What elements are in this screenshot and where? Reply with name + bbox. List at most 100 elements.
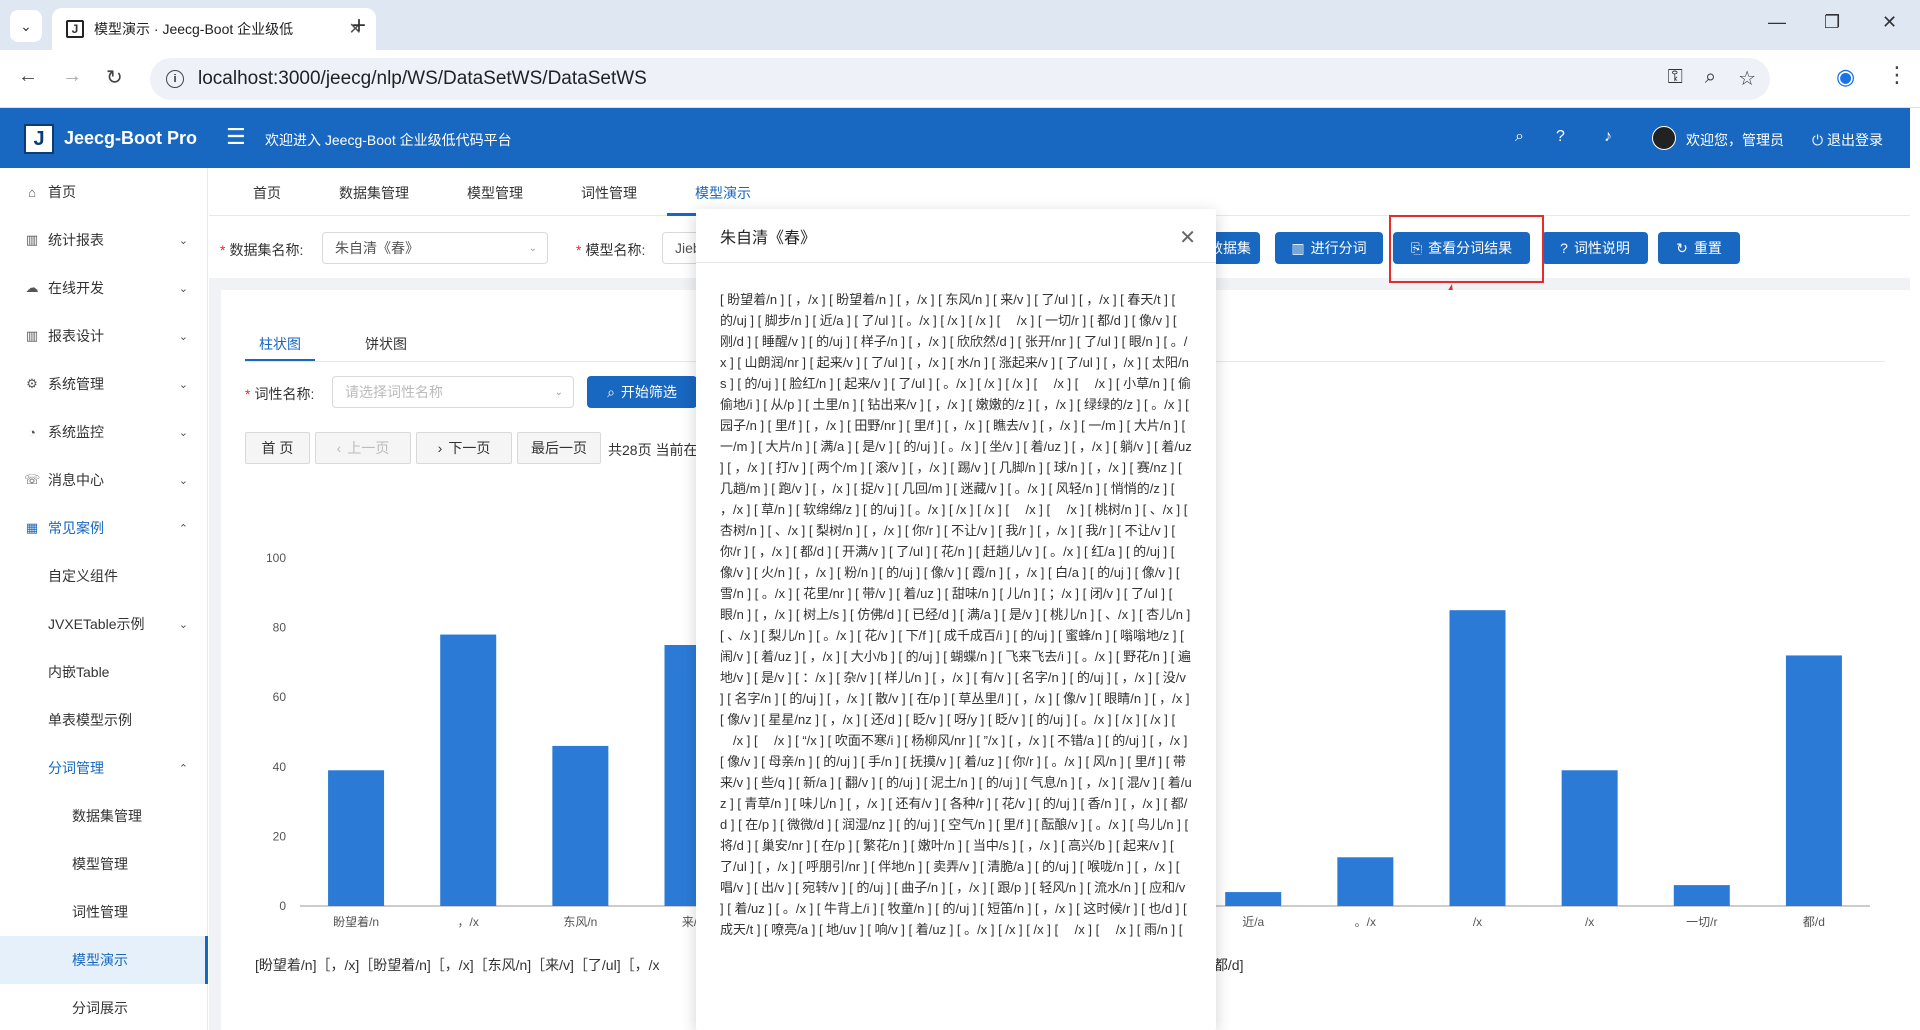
sidebar-item-label: 自定义组件 (48, 568, 118, 584)
dataset-select-value: 朱自清《春》 (335, 240, 419, 256)
sidebar-item-segment-display[interactable]: 分词展示 (0, 984, 208, 1030)
password-key-icon[interactable]: ⚿ (1668, 66, 1683, 91)
sidebar-item-label: 统计报表 (48, 232, 104, 248)
chevron-down-icon: ⌄ (178, 378, 188, 391)
tab-model-demo[interactable]: 模型演示 (695, 183, 751, 203)
sidebar-item-label: 数据集管理 (72, 808, 142, 824)
restore-icon[interactable]: ❐ (1824, 12, 1840, 33)
run-segmentation-button[interactable]: ▥ 进行分词 (1275, 232, 1383, 264)
chevron-up-icon: ⌃ (178, 522, 188, 535)
search-icon: ⌕ (607, 383, 615, 400)
sidebar: ⌂ 首页 ▥ 统计报表 ⌄ ☁ 在线开发 ⌄ ▥ 报表设计 ⌄ ⚙ 系统管理 ⌄ ◔ 系统监控 ⌄ ☏… (0, 168, 208, 1030)
sidebar-item-label: 消息中心 (48, 472, 104, 488)
sidebar-item-label: 常见案例 (48, 520, 104, 536)
filter-button[interactable]: ⌕ 开始筛选 (587, 376, 697, 408)
app-name: Jeecg-Boot Pro (64, 128, 198, 148)
chevron-left-icon: ‹ (336, 440, 342, 456)
logout-link[interactable]: ⏻ 退出登录 (1812, 130, 1883, 150)
site-info-icon[interactable]: i (166, 70, 184, 88)
sidebar-item-label: JVXETable示例 (48, 616, 145, 632)
last-page-button[interactable]: 最后一页 (517, 432, 601, 464)
sidebar-item-jvxetable[interactable]: JVXETable示例 ⌄ (0, 600, 208, 648)
back-icon[interactable]: ← (18, 65, 38, 88)
prev-page-button[interactable]: ‹ 上一页 (315, 432, 411, 464)
address-bar: ← → ↻ i localhost:3000/jeecg/nlp/WS/Data… (0, 50, 1920, 108)
browser-menu-icon[interactable]: ⋮ (1886, 62, 1908, 88)
sidebar-item-segmentation[interactable]: 分词管理 ⌃ (0, 744, 208, 792)
bell-icon[interactable]: ♪ (1604, 128, 1612, 146)
sidebar-item-custom-component[interactable]: 自定义组件 (0, 552, 208, 600)
sidebar-item-stats[interactable]: ▥ 统计报表 ⌄ (0, 216, 208, 264)
url-text[interactable]: localhost:3000/jeecg/nlp/WS/DataSetWS/Da… (198, 68, 647, 90)
filter-btn-label: 开始筛选 (620, 384, 677, 400)
sidebar-item-label: 模型管理 (72, 856, 128, 872)
sidebar-item-inline-table[interactable]: 内嵌Table (0, 648, 208, 696)
sidebar-item-label: 首页 (48, 184, 76, 200)
search-icon[interactable]: ⌕ (1515, 128, 1524, 146)
next-page-button[interactable]: › 下一页 (416, 432, 512, 464)
pos-label-text: 词性名称: (254, 386, 315, 402)
model-label: * 模型名称: (576, 242, 646, 258)
minimize-icon[interactable]: — (1768, 12, 1786, 33)
sidebar-item-model-demo[interactable]: 模型演示 (0, 936, 208, 984)
gear-icon: ⚙ (26, 376, 38, 391)
sidebar-item-system[interactable]: ⚙ 系统管理 ⌄ (0, 360, 208, 408)
sidebar-item-single-table[interactable]: 单表模型示例 (0, 696, 208, 744)
pos-label: * 词性名称: (245, 386, 315, 402)
menu-fold-icon[interactable]: ☰ (226, 124, 246, 150)
reload-icon[interactable]: ↻ (106, 65, 123, 90)
dataset-label-text: 数据集名称: (229, 242, 304, 258)
omnibox[interactable]: i localhost:3000/jeecg/nlp/WS/DataSetWS/… (150, 58, 1770, 100)
sidebar-item-pos-mgmt[interactable]: 词性管理 (0, 888, 208, 936)
chevron-up-icon: ⌃ (178, 762, 188, 775)
dataset-select[interactable]: 朱自清《春》 ⌄ (322, 232, 548, 264)
dashboard-icon: ◔ (28, 424, 36, 440)
sidebar-item-home[interactable]: ⌂ 首页 (0, 168, 208, 216)
last-page-label: 最后一页 (531, 440, 587, 456)
active-inner-tab-underline (245, 359, 315, 361)
app-header: J Jeecg-Boot Pro ☰ 欢迎进入 Jeecg-Boot 企业级低代… (0, 108, 1910, 168)
new-tab-icon[interactable]: + (352, 12, 366, 40)
sidebar-item-messages[interactable]: ☏ 消息中心 ⌄ (0, 456, 208, 504)
pos-description-button[interactable]: ? 词性说明 (1542, 232, 1648, 264)
chart-icon: ▥ (25, 328, 39, 343)
browser-tabstrip: ⌄ J 模型演示 · Jeecg-Boot 企业级低 ✕ + — ❐ ✕ (0, 0, 1920, 50)
sidebar-item-label: 报表设计 (48, 328, 104, 344)
tab-bar-chart[interactable]: 柱状图 (259, 334, 301, 354)
help-icon[interactable]: ? (1556, 128, 1565, 146)
modal-title: 朱自清《春》 (720, 229, 817, 247)
question-icon: ? (1560, 240, 1568, 256)
sidebar-item-online-dev[interactable]: ☁ 在线开发 ⌄ (0, 264, 208, 312)
window-close-icon[interactable]: ✕ (1882, 12, 1897, 33)
sidebar-item-monitor[interactable]: ◔ 系统监控 ⌄ (0, 408, 208, 456)
tab-home[interactable]: 首页 (253, 183, 281, 203)
sidebar-item-report-design[interactable]: ▥ 报表设计 ⌄ (0, 312, 208, 360)
tab-pie-chart[interactable]: 饼状图 (365, 334, 407, 354)
tab-pos-mgmt[interactable]: 词性管理 (581, 183, 637, 203)
browser-tab[interactable]: J 模型演示 · Jeecg-Boot 企业级低 ✕ (52, 8, 376, 50)
tab-model-mgmt[interactable]: 模型管理 (467, 183, 523, 203)
forward-icon[interactable]: → (62, 65, 82, 88)
avatar[interactable] (1652, 126, 1676, 150)
zoom-icon[interactable]: ⌕ (1705, 66, 1716, 91)
profile-icon[interactable]: ◉ (1836, 64, 1855, 90)
tab-dataset-mgmt[interactable]: 数据集管理 (339, 183, 409, 203)
reset-button[interactable]: ↻ 重置 (1658, 232, 1740, 264)
red-highlight-box (1389, 215, 1544, 283)
bookmark-star-icon[interactable]: ☆ (1738, 66, 1756, 91)
reset-btn-label: 重置 (1693, 240, 1722, 256)
user-greeting[interactable]: 欢迎您，管理员 (1686, 130, 1784, 150)
first-page-button[interactable]: 首 页 (245, 432, 310, 464)
run-btn-label: 进行分词 (1310, 240, 1367, 256)
sidebar-item-dataset-mgmt[interactable]: 数据集管理 (0, 792, 208, 840)
tab-search-dropdown-icon[interactable]: ⌄ (10, 10, 42, 42)
reload-icon: ↻ (1676, 239, 1688, 256)
close-icon[interactable]: ✕ (1179, 225, 1196, 250)
chevron-down-icon: ⌄ (528, 242, 537, 254)
sidebar-item-model-mgmt[interactable]: 模型管理 (0, 840, 208, 888)
chart-icon: ▥ (25, 232, 39, 247)
jeecg-favicon-icon: J (66, 20, 84, 38)
prev-page-label: 上一页 (347, 440, 390, 456)
sidebar-item-cases[interactable]: ▦ 常见案例 ⌃ (0, 504, 208, 552)
pos-select[interactable]: 请选择词性名称 ⌄ (332, 376, 574, 408)
